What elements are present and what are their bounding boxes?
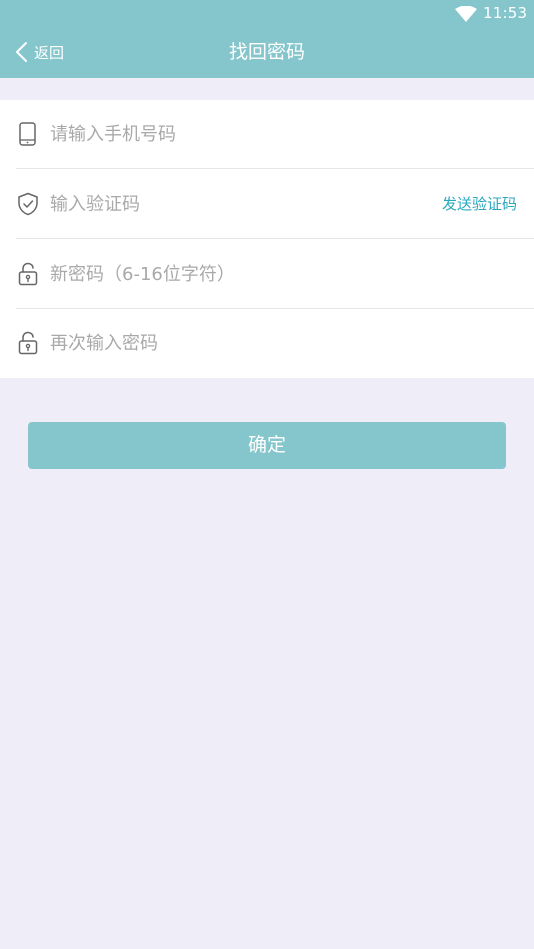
- reset-password-form: 发送验证码: [0, 100, 534, 378]
- status-bar: 11:53: [0, 0, 534, 28]
- divider: [16, 238, 534, 239]
- send-code-button[interactable]: 发送验证码: [442, 170, 517, 238]
- app-header: 11:53 返回 找回密码: [0, 0, 534, 78]
- verification-code-row: 发送验证码: [0, 170, 534, 239]
- new-password-row: [0, 240, 534, 309]
- divider: [16, 168, 534, 169]
- status-time: 11:53: [483, 4, 528, 22]
- shield-check-icon: [18, 192, 38, 216]
- phone-input[interactable]: [50, 100, 430, 168]
- phone-row: [0, 100, 534, 169]
- phone-icon: [19, 122, 36, 146]
- confirm-button[interactable]: 确定: [28, 422, 506, 469]
- confirm-password-row: [0, 309, 534, 378]
- page-title: 找回密码: [228, 41, 305, 63]
- wifi-icon: [455, 6, 477, 22]
- new-password-input[interactable]: [50, 240, 430, 308]
- lock-icon: [18, 262, 38, 286]
- verification-code-input[interactable]: [50, 170, 390, 238]
- confirm-password-input[interactable]: [50, 309, 430, 377]
- lock-icon: [18, 331, 38, 355]
